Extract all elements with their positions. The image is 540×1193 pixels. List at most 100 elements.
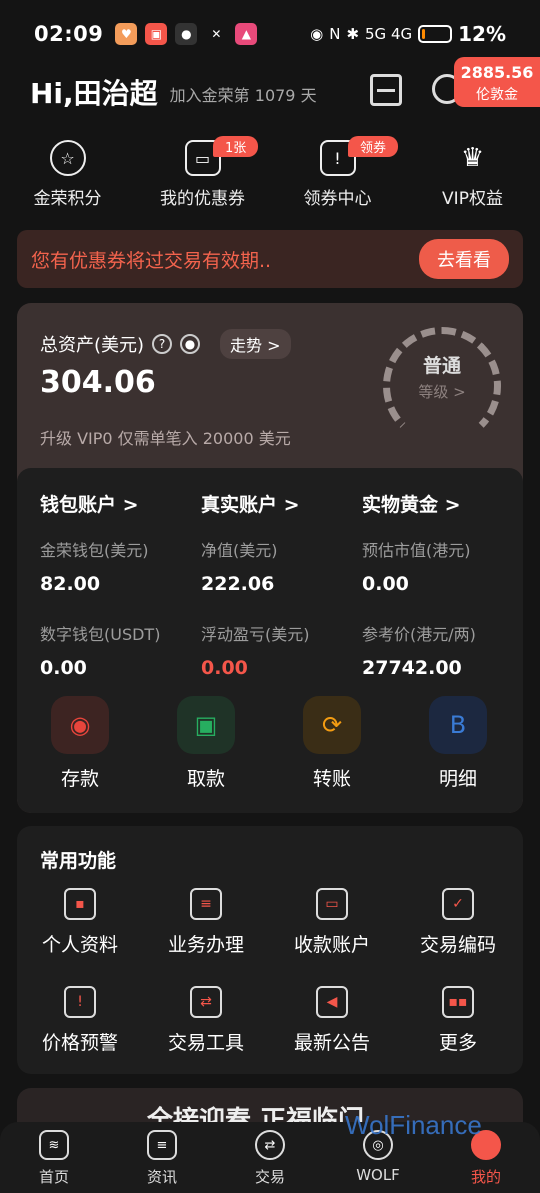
account-header[interactable]: 真实账户 > [201,490,371,517]
quick-coupon-center[interactable]: 领券 ! 领券中心 [270,136,405,209]
level-link[interactable]: 等级 > [407,381,477,402]
account-value: 0.00 [40,657,87,679]
fn-label: 交易工具 [167,1032,244,1054]
wechat-icon: ● [175,23,198,45]
fn-trade-code[interactable]: ✓ 交易编码 [395,888,521,957]
account-header[interactable]: 实物黄金 > [362,490,523,517]
coupon-claim-badge: 领券 [348,136,399,157]
scan-icon[interactable] [370,74,402,106]
fn-announcement[interactable]: ◀ 最新公告 [269,986,395,1055]
account-key: 预估市值(港元) [362,541,471,560]
header: Hi,田治超 加入金荣第 1079 天 [30,68,510,116]
account-key: 金荣钱包(美元) [40,541,149,560]
trade-icon: ⇄ [255,1130,285,1160]
fn-business[interactable]: ≡ 业务办理 [143,888,269,957]
battery-icon [418,25,453,43]
fn-card[interactable]: ▭ 收款账户 [269,888,395,957]
fn-profile[interactable]: ▪ 个人资料 [17,888,143,957]
view-button[interactable]: 去看看 [419,239,509,279]
eye-icon: ◉ [310,25,324,43]
bluetooth-icon: ✱ [346,25,360,43]
tab-trade[interactable]: ⇄ 交易 [216,1130,324,1187]
tab-news[interactable]: ≡ 资讯 [108,1130,216,1187]
accounts-panel: 钱包账户 > 金荣钱包(美元) 82.00 数字钱包(USDT) 0.00 真实… [17,468,523,813]
account-value: 27742.00 [362,657,462,679]
fn-price-alert[interactable]: ! 价格预警 [17,986,143,1055]
app-notification-icon: ♥ [115,23,138,45]
tab-label: 交易 [254,1168,285,1186]
account-key: 参考价(港元/两) [362,625,476,644]
upgrade-hint: 升级 VIP0 仅需单笔入 20000 美元 [40,429,291,448]
nfc-icon: N [329,25,341,43]
fn-label: 更多 [438,1032,477,1054]
signal-icon: 5G 4G [365,25,413,43]
details-button[interactable]: B 明细 [395,696,521,791]
withdraw-button[interactable]: ▣ 取款 [143,696,269,791]
quick-label: 领券中心 [303,189,372,209]
fn-label: 交易编码 [419,934,496,956]
deposit-button[interactable]: ◉ 存款 [17,696,143,791]
quick-label: VIP权益 [442,189,503,209]
shield-icon: ✓ [442,888,474,920]
greeting: Hi,田治超 [30,77,158,110]
actions-row: ◉ 存款 ▣ 取款 ⟳ 转账 B 明细 [17,696,523,796]
star-icon: ☆ [49,140,86,176]
crown-icon: ♛ [460,143,485,173]
account-key: 浮动盈亏(美元) [201,625,310,644]
tab-label: 首页 [38,1168,69,1186]
asset-label-row: 总资产(美元) ? ● 走势 > [40,329,291,359]
news-icon: ≡ [147,1130,177,1160]
tab-home[interactable]: ≋ 首页 [0,1130,108,1187]
fn-label: 个人资料 [41,934,118,956]
transfer-icon: ⟳ [303,696,361,754]
deposit-icon: ◉ [51,696,109,754]
megaphone-icon: ◀ [316,986,348,1018]
quick-points[interactable]: ☆ 金荣积分 [0,136,135,209]
real-account: 真实账户 > 净值(美元) 222.06 浮动盈亏(美元) 0.00 [201,490,371,705]
notification-icons: ♥ ▣ ● ✕ ▲ [115,23,258,45]
total-assets: 304.06 [40,365,156,400]
wallet-account: 钱包账户 > 金荣钱包(美元) 82.00 数字钱包(USDT) 0.00 [40,490,210,705]
fn-label: 最新公告 [293,1032,370,1054]
details-icon: B [429,696,487,754]
app-notification-icon: ✕ [211,27,222,41]
action-label: 转账 [312,768,351,790]
asset-card: 总资产(美元) ? ● 走势 > 304.06 升级 VIP0 仅需单笔入 20… [17,303,523,813]
common-functions: 常用功能 ▪ 个人资料 ≡ 业务办理 ▭ 收款账户 ✓ 交易编码 ! 价格预警 … [17,826,523,1074]
trend-button[interactable]: 走势 > [220,329,291,359]
quick-my-coupons[interactable]: 1张 ▭ 我的优惠券 [135,136,270,209]
gold-price-badge[interactable]: 2885.56 伦敦金 [454,57,540,107]
help-icon[interactable]: ? [152,334,173,354]
app-notification-icon: ▲ [235,23,258,45]
quick-vip[interactable]: ♛ VIP权益 [405,136,540,209]
fn-label: 收款账户 [293,934,370,956]
more-icon: ▪▪ [442,986,474,1018]
card-icon: ▭ [316,888,348,920]
fn-label: 价格预警 [41,1032,118,1054]
fn-more[interactable]: ▪▪ 更多 [395,986,521,1055]
gold-unit: 伦敦金 [476,87,518,103]
join-days: 加入金荣第 1079 天 [169,86,317,105]
eye-toggle-icon[interactable]: ● [180,334,201,354]
account-value: 82.00 [40,573,101,595]
account-value: 0.00 [362,573,409,595]
account-header[interactable]: 钱包账户 > [40,490,210,517]
app-notification-icon: ▣ [145,23,168,45]
fn-trade-tools[interactable]: ⇄ 交易工具 [143,986,269,1055]
transfer-button[interactable]: ⟳ 转账 [269,696,395,791]
gold-price: 2885.56 [460,63,534,82]
status-time: 02:09 [34,22,104,46]
account-value: 0.00 [201,657,248,679]
coupon-count-badge: 1张 [213,136,259,157]
tab-label: 资讯 [146,1168,177,1186]
tools-icon: ⇄ [190,986,222,1018]
gold-account: 实物黄金 > 预估市值(港元) 0.00 参考价(港元/两) 27742.00 [362,490,523,705]
account-key: 净值(美元) [201,541,278,560]
level-name[interactable]: 普通 [407,351,477,378]
coupon-notice[interactable]: 您有优惠券将过交易有效期.. 去看看 [17,230,523,288]
alarm-icon: ! [64,986,96,1018]
fn-label: 业务办理 [167,934,244,956]
asset-label: 总资产(美元) [40,335,145,356]
quick-label: 我的优惠券 [160,189,245,209]
home-icon: ≋ [39,1130,69,1160]
